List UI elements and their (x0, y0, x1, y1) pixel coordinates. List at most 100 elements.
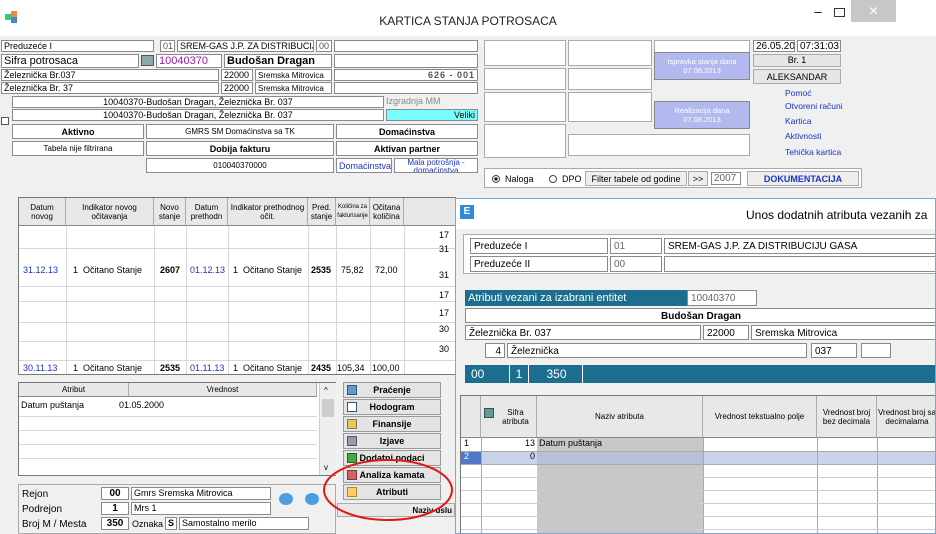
cell: 1 (464, 438, 470, 448)
pracenje-label: Praćenje (373, 385, 411, 395)
right-box-8 (484, 124, 566, 158)
minimize-icon[interactable]: – (808, 5, 828, 22)
close-icon[interactable]: ✕ (851, 0, 896, 22)
dialog-title: Unos dodatnih atributa vezanih za (746, 208, 928, 222)
preduzece-field[interactable]: Preduzeće I (1, 40, 154, 52)
location-panel: Rejon 00 Gmrs Sremska Mitrovica Podrejon… (18, 484, 336, 534)
zip1[interactable]: 22000 (221, 69, 253, 81)
pracenje-button[interactable]: Praćenje (343, 382, 441, 398)
street1[interactable]: Železnička Br.037 (1, 69, 219, 81)
chat-icon-2[interactable] (305, 493, 319, 505)
izjave-label: Izjave (379, 436, 405, 446)
dlg-preduzece-1-name[interactable]: SREM-GAS J.P. ZA DISTRIBUCIJU GASA (664, 238, 935, 254)
table-row[interactable]: 1 13 Datum puštanja (461, 438, 935, 451)
attribute-grid[interactable]: Atribut Vrednost Datum puštanja 01.05.20… (18, 382, 336, 476)
samostalno-merilo[interactable]: Samostalno merilo (179, 517, 309, 530)
dokumentacija-button[interactable]: DOKUMENTACIJA (747, 171, 859, 186)
table-row-selected[interactable]: 2 0 (461, 451, 935, 464)
col-kolicina-fakt[interactable]: Količina za fakturisanje (336, 198, 370, 226)
col-vrednost[interactable]: Vrednost (129, 383, 317, 397)
preduzece-name[interactable]: SREM-GAS J.P. ZA DISTRIBUCIJU (177, 40, 314, 52)
readings-grid[interactable]: Datum novog Indikator novog očitavanja N… (18, 197, 456, 375)
finansije-button[interactable]: Finansije (343, 416, 441, 432)
attributes-table[interactable]: Sifra atributa Naziv atributa Vrednost t… (460, 395, 935, 533)
link-otvoreni-racuni[interactable]: Otvoreni računi (785, 101, 843, 111)
dlg-zip: 22000 (703, 325, 749, 340)
dlg-preduzece-1-num[interactable]: 01 (610, 238, 662, 254)
col-indikator-prethodnog[interactable]: Indikator prethodnog očit. (228, 198, 308, 226)
radio-dpo[interactable] (549, 175, 557, 183)
aktivno: Aktivno (12, 124, 144, 139)
hodogram-button[interactable]: Hodogram (343, 399, 441, 415)
realizacija[interactable]: Realizacija dana 07.08.2013 (654, 101, 750, 129)
bar-1: 1 (509, 365, 529, 383)
col-tekst[interactable]: Vrednost tekstualno polje (703, 396, 817, 438)
col-sifra[interactable]: Sifra atributa (481, 396, 537, 438)
col-novo-stanje[interactable]: Novo stanje (154, 198, 186, 226)
dlg-preduzece-1[interactable]: Preduzeće I (470, 238, 608, 254)
cell: 2435 (311, 363, 332, 373)
radio-naloga[interactable] (492, 175, 500, 183)
entity-value[interactable]: 10040370 (687, 290, 757, 306)
col-broj-sa[interactable]: Vrednost broj sa decimalama (877, 396, 935, 438)
rc5: 17 (439, 290, 450, 300)
pracenje-icon (347, 385, 357, 395)
table-row[interactable]: 31.12.13 1 Očitano Stanje 2607 01.12.13 … (19, 265, 456, 277)
year-input[interactable]: 2007 (711, 172, 741, 185)
mala-potrosnja[interactable]: Mala potrošnja - domaćinstva (394, 158, 478, 173)
podrejon-num[interactable]: 1 (101, 502, 129, 515)
right-box-2 (568, 40, 652, 66)
maximize-icon[interactable] (834, 8, 845, 17)
broj-mesta-label: Broj M / Mesta (22, 519, 87, 530)
company-block: Preduzeće I 01 SREM-GAS J.P. ZA DISTRIBU… (463, 234, 935, 274)
search-icon[interactable] (484, 408, 494, 418)
table-row[interactable]: 30.11.13 1 Očitano Stanje 2535 01.11.13 … (19, 363, 456, 375)
sifra-input[interactable]: 10040370 (156, 54, 222, 68)
scroll-up-icon[interactable]: ^ (324, 386, 328, 395)
dlg-num: 4 (485, 343, 505, 358)
link-aktivnosti[interactable]: Aktivnosti (785, 131, 821, 141)
col-datum-novog[interactable]: Datum novog (19, 198, 66, 226)
ispravka-stanja[interactable]: Ispravka stanja dana 07.08.2013 (654, 52, 750, 80)
dlg-preduzece-2-name[interactable] (664, 256, 935, 272)
search-icon[interactable] (141, 55, 154, 66)
rejon-text[interactable]: Gmrs Sremska Mitrovica (131, 487, 271, 500)
col-naziv[interactable]: Naziv atributa (537, 396, 703, 438)
city2[interactable]: Sremska Mitrovica (255, 82, 332, 94)
customer-name: Budošan Dragan (224, 54, 332, 68)
preduzece-num[interactable]: 01 (160, 40, 175, 52)
scroll-thumb[interactable] (322, 399, 334, 417)
zip2[interactable]: 22000 (221, 82, 253, 94)
col-indikator-novog[interactable]: Indikator novog očitavanja (66, 198, 154, 226)
domacinstva-link[interactable]: Domaćinstva (336, 158, 392, 173)
preduzece-code[interactable]: 00 (316, 40, 332, 52)
dialog-app-icon: E (460, 205, 474, 219)
dlg-preduzece-2-num[interactable]: 00 (610, 256, 662, 272)
preduzece-extra[interactable] (334, 40, 478, 52)
podrejon-text[interactable]: Mrs 1 (131, 502, 271, 515)
col-ocitana[interactable]: Očitana količina (370, 198, 404, 226)
filter-button[interactable]: >> (688, 171, 708, 186)
cell: 2 (461, 451, 481, 464)
cell (537, 451, 703, 464)
col-pred-stanje[interactable]: Pred. stanje (308, 198, 336, 226)
oznaka-value[interactable]: S (165, 517, 177, 530)
link-pomoc[interactable]: Pomoć (785, 88, 811, 98)
col-datum-prethodn[interactable]: Datum prethodn (186, 198, 228, 226)
dlg-preduzece-2[interactable]: Preduzeće II (470, 256, 608, 272)
naziv-empty-area (537, 464, 703, 533)
cell: Očitano Stanje (83, 363, 143, 373)
col-atribut[interactable]: Atribut (19, 383, 129, 397)
broj-mesta-num[interactable]: 350 (101, 517, 129, 530)
city1[interactable]: Sremska Mitrovica (255, 69, 332, 81)
izjave-button[interactable]: Izjave (343, 433, 441, 449)
link-kartica[interactable]: Kartica (785, 116, 811, 126)
chat-icon[interactable] (279, 493, 293, 505)
street2[interactable]: Železnička Br. 37 (1, 82, 219, 94)
checkbox[interactable] (1, 117, 9, 125)
cell: 100,00 (372, 363, 400, 373)
rejon-num[interactable]: 00 (101, 487, 129, 500)
col-broj-bez[interactable]: Vrednost broj bez decimala (817, 396, 877, 438)
title-bar: KARTICA STANJA POTROSACA – ✕ (0, 0, 936, 36)
link-tehicka-kartica[interactable]: Tehička kartica (785, 147, 841, 157)
